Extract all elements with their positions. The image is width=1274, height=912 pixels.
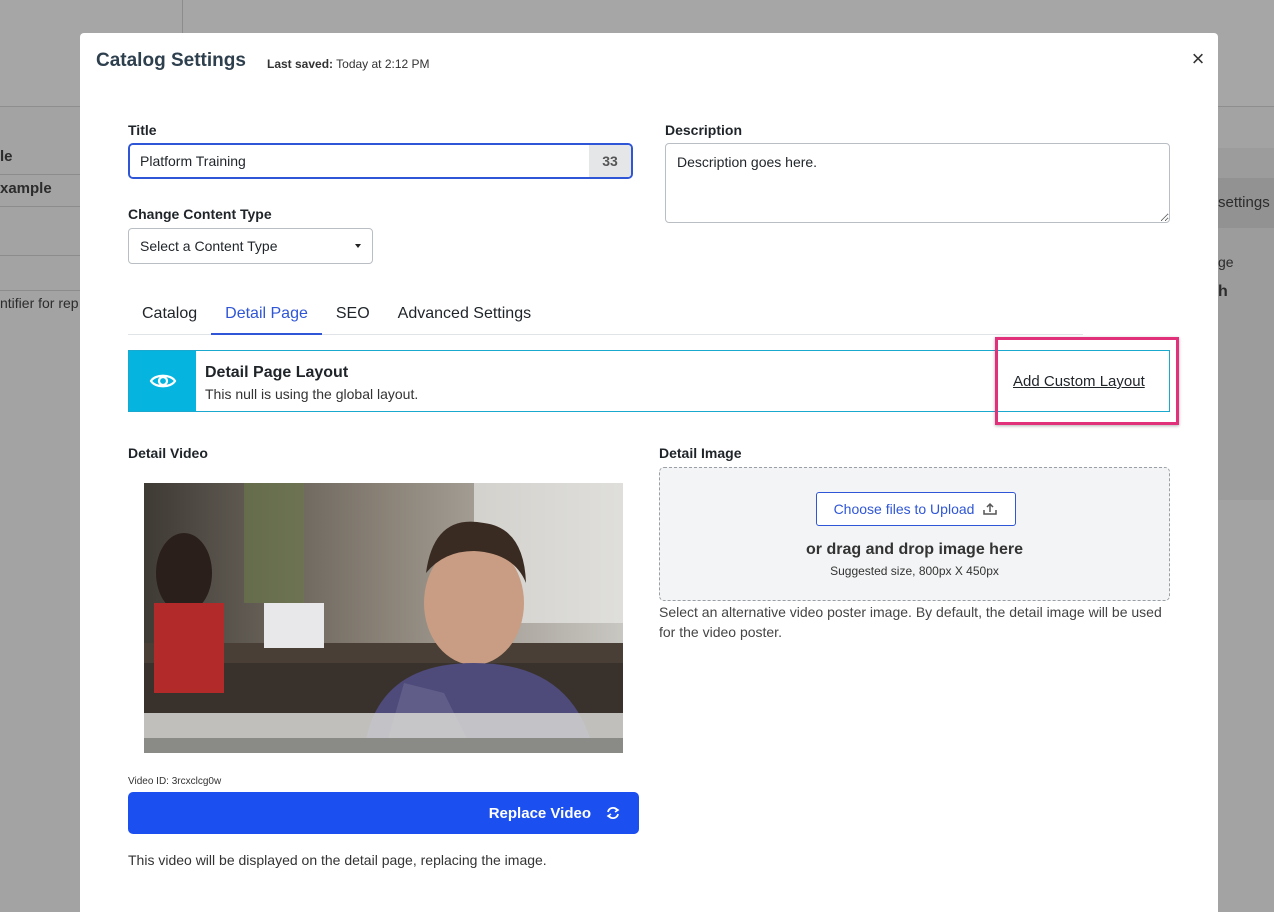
content-type-selected: Select a Content Type	[140, 238, 278, 254]
replace-video-label: Replace Video	[488, 804, 591, 822]
replace-video-button[interactable]: Replace Video	[128, 792, 639, 834]
detail-video-label: Detail Video	[128, 445, 208, 461]
last-saved-value: Today at 2:12 PM	[336, 57, 430, 71]
detail-image-label: Detail Image	[659, 445, 742, 461]
banner-icon-box	[129, 351, 196, 411]
video-thumbnail-image	[144, 483, 623, 753]
background-divider	[0, 174, 80, 175]
size-hint: Suggested size, 800px X 450px	[830, 564, 999, 578]
choose-files-label: Choose files to Upload	[833, 501, 975, 517]
background-text: ge	[1218, 254, 1234, 270]
tab-seo[interactable]: SEO	[322, 298, 384, 335]
banner-subtitle: This null is using the global layout.	[205, 386, 419, 402]
background-text: settings	[1218, 194, 1270, 211]
banner-title: Detail Page Layout	[205, 364, 349, 381]
background-divider	[0, 255, 80, 256]
tab-catalog[interactable]: Catalog	[128, 298, 211, 335]
image-dropzone[interactable]: Choose files to Upload or drag and drop …	[659, 467, 1170, 601]
last-saved-label: Last saved:	[267, 57, 334, 71]
tab-advanced-settings[interactable]: Advanced Settings	[384, 298, 545, 335]
banner-text: Detail Page Layout This null is using th…	[196, 351, 427, 411]
background-divider	[0, 206, 80, 207]
tab-detail-page[interactable]: Detail Page	[211, 298, 322, 335]
title-field: 33	[128, 143, 633, 179]
description-textarea[interactable]: Description goes here.	[665, 143, 1170, 223]
content-type-label: Change Content Type	[128, 206, 272, 222]
background-text: h	[1218, 283, 1228, 300]
choose-files-button[interactable]: Choose files to Upload	[816, 492, 1016, 526]
content-type-select[interactable]: Select a Content Type	[128, 228, 373, 264]
refresh-icon	[606, 807, 620, 819]
video-thumbnail[interactable]	[144, 483, 623, 753]
catalog-settings-modal: Catalog Settings Last saved: Today at 2:…	[80, 33, 1218, 912]
title-input[interactable]	[130, 145, 589, 177]
drop-text: or drag and drop image here	[806, 541, 1023, 558]
image-help-text: Select an alternative video poster image…	[659, 604, 1162, 640]
background-text: xample	[0, 180, 52, 197]
background-divider	[0, 290, 80, 291]
title-char-count: 33	[589, 145, 631, 177]
background-text: le	[0, 148, 13, 165]
last-saved-info: Last saved: Today at 2:12 PM	[267, 57, 430, 71]
video-id: Video ID: 3rcxclcg0w	[128, 776, 222, 787]
settings-tabs: Catalog Detail Page SEO Advanced Setting…	[128, 298, 1083, 335]
video-help-text: This video will be displayed on the deta…	[128, 852, 547, 868]
add-custom-layout-link[interactable]: Add Custom Layout	[1013, 373, 1145, 390]
description-label: Description	[665, 122, 743, 138]
close-icon[interactable]: ×	[1186, 47, 1210, 71]
eye-icon	[149, 374, 176, 388]
background-text: ntifier for rep	[0, 295, 79, 311]
upload-icon	[983, 502, 998, 515]
modal-title: Catalog Settings	[96, 50, 246, 71]
caret-down-icon	[355, 244, 361, 248]
title-label: Title	[128, 122, 157, 138]
